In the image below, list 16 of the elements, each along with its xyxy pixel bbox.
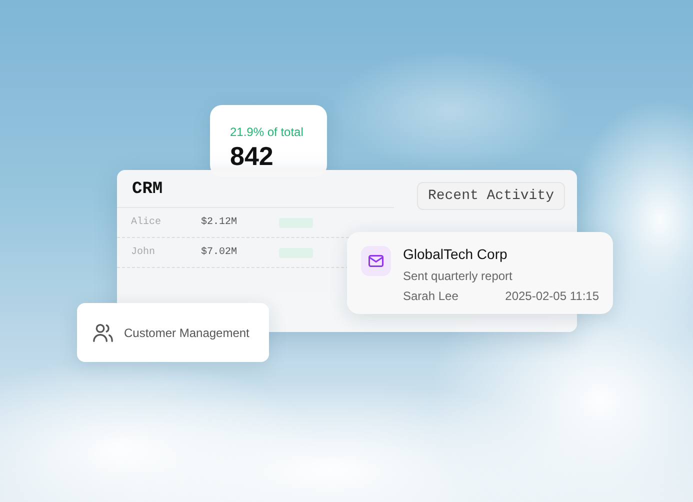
stat-caption: 21.9% of total	[230, 125, 304, 139]
panel-title: CRM	[132, 180, 163, 199]
table-cell-text: $7.02M	[201, 247, 238, 258]
table-cell-text: Alice	[131, 217, 162, 228]
activity-text: Sent quarterly report	[403, 269, 514, 283]
person-name: Sarah Lee	[403, 289, 458, 303]
users-icon	[92, 322, 114, 342]
company-name: GlobalTech Corp	[403, 246, 508, 262]
nav-card[interactable]: Customer Management	[77, 303, 269, 362]
table-cell-text: $2.12M	[201, 217, 238, 228]
mail-icon	[361, 246, 391, 276]
nav-label: Customer Management	[124, 326, 250, 340]
recent-activity-tab[interactable]: Recent Activity	[416, 182, 565, 210]
stat-value: 842	[230, 143, 274, 169]
timestamp: 2025-02-05 11:15	[505, 289, 599, 303]
table-cell-text: John	[131, 247, 156, 258]
